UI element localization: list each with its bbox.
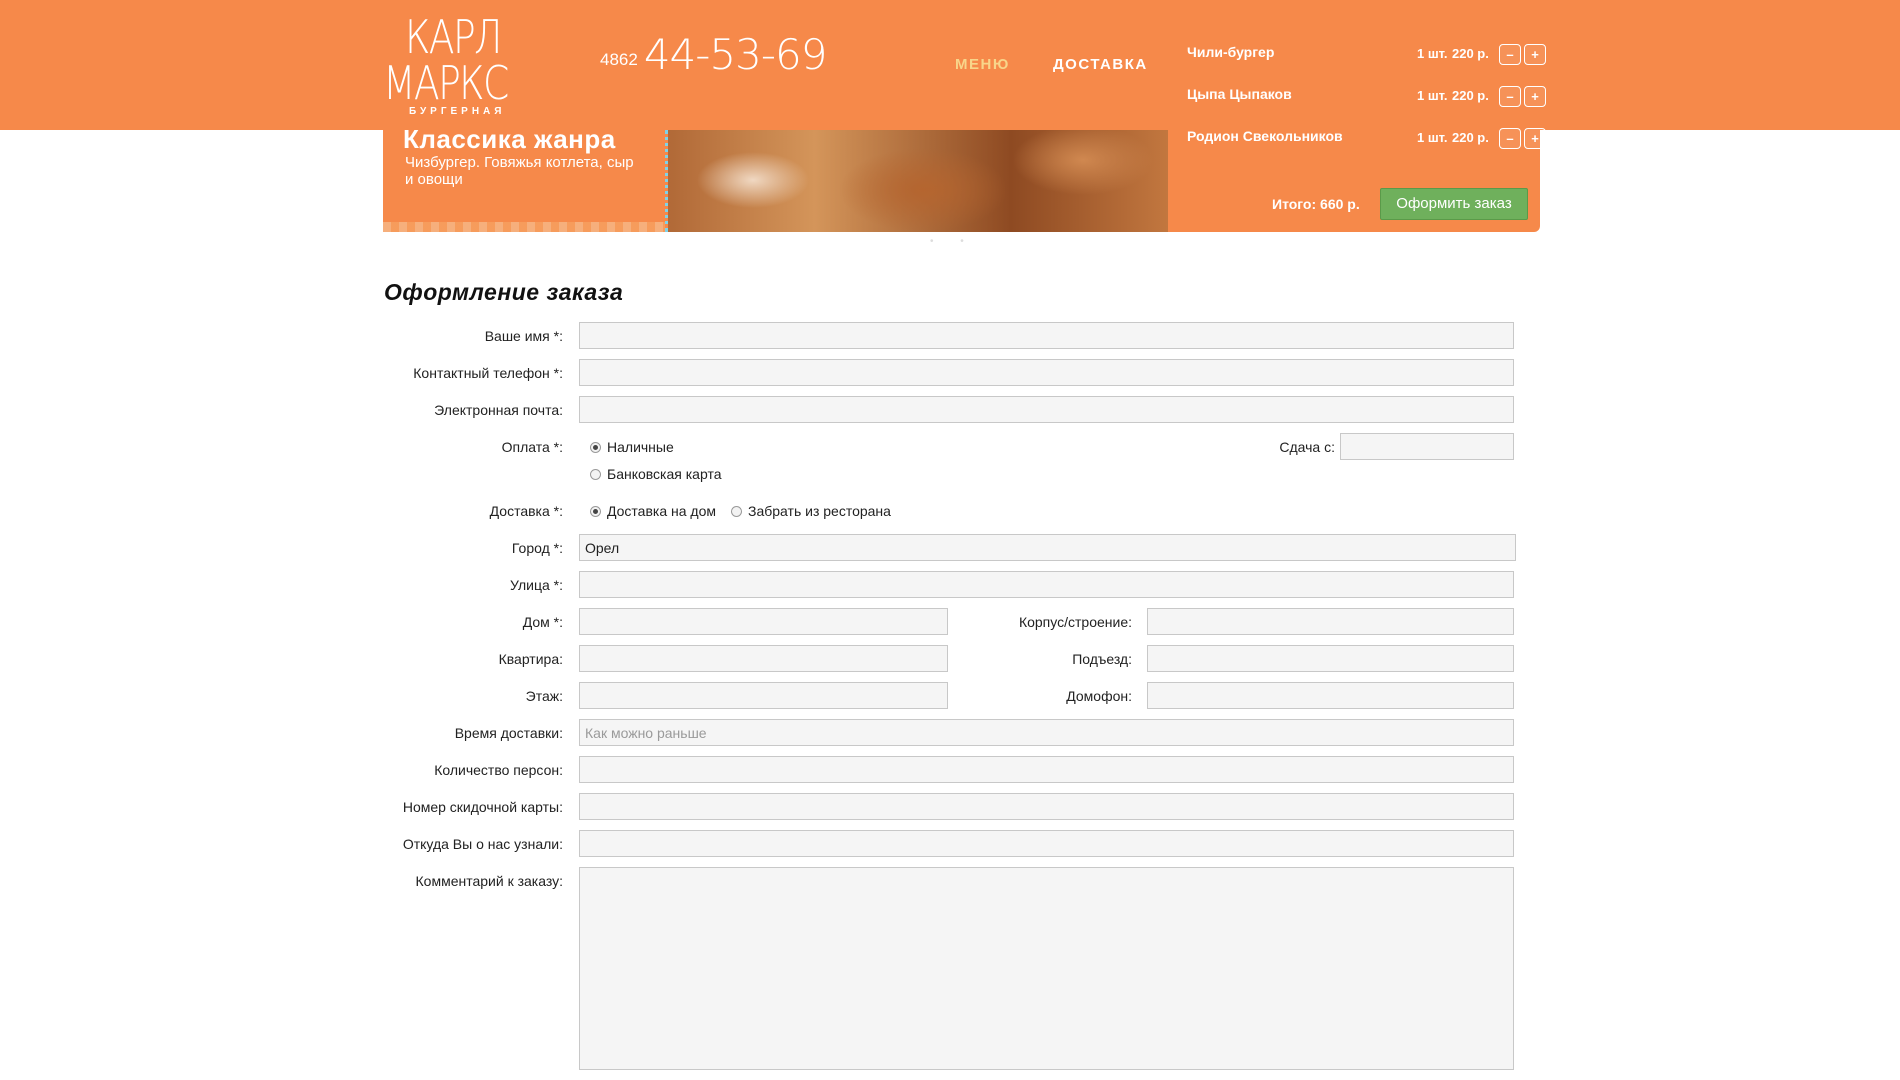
payment-cash-label: Наличные (607, 439, 674, 455)
phone-area-code: 4862 (600, 50, 638, 69)
payment-label: Оплата *: (501, 439, 563, 455)
promo-banner[interactable]: Классика жанра Чизбургер. Говяжья котлет… (383, 130, 1168, 232)
floor-input[interactable] (579, 682, 948, 709)
discount-card-input[interactable] (579, 793, 1514, 820)
cart-item: Родион Свекольников 1 шт. 220 р. – + (1187, 128, 1546, 150)
banner-label: Классика жанра Чизбургер. Говяжья котлет… (383, 130, 668, 232)
street-input[interactable] (579, 571, 1514, 598)
referral-source-input[interactable] (579, 830, 1514, 857)
comment-label: Комментарий к заказу: (415, 873, 564, 889)
comment-textarea[interactable] (579, 867, 1514, 1070)
payment-card-label: Банковская карта (607, 466, 722, 482)
apartment-label: Квартира: (498, 651, 563, 667)
cart-item-name: Цыпа Цыпаков (1187, 86, 1292, 102)
apartment-input[interactable] (579, 645, 948, 672)
cart-item-price: 220 р. (1452, 130, 1489, 145)
house-input[interactable] (579, 608, 948, 635)
radio-unchecked-icon (731, 506, 742, 517)
cart-total: Итого: 660 р. (1272, 196, 1360, 212)
increase-qty-button[interactable]: + (1524, 44, 1546, 65)
cart-item-qty: 1 шт. (1417, 46, 1448, 61)
intercom-input[interactable] (1147, 682, 1514, 709)
banner-subtitle: Чизбургер. Говяжья котлета, сыр и овощи (405, 154, 634, 188)
cart-item: Чили-бургер 1 шт. 220 р. – + (1187, 44, 1546, 66)
radio-checked-icon (590, 506, 601, 517)
name-input[interactable] (579, 322, 1514, 349)
cart-panel: Чили-бургер 1 шт. 220 р. – + Цыпа Цыпако… (1168, 0, 1546, 232)
radio-unchecked-icon (590, 469, 601, 480)
city-label: Город *: (511, 540, 563, 556)
decrease-qty-button[interactable]: – (1499, 128, 1521, 149)
delivery-time-label: Время доставки: (454, 725, 563, 741)
checkout-button[interactable]: Оформить заказ (1380, 188, 1528, 220)
email-label: Электронная почта: (434, 402, 563, 418)
street-label: Улица *: (510, 577, 563, 593)
intercom-label: Домофон: (1066, 688, 1132, 704)
discount-card-label: Номер скидочной карты: (402, 799, 563, 815)
brand-logo[interactable]: КАРЛ МАРКС БУРГЕРНАЯ (383, 14, 533, 118)
building-label: Корпус/строение: (1018, 614, 1132, 630)
house-label: Дом *: (522, 614, 563, 630)
cart-item-qty: 1 шт. (1417, 88, 1448, 103)
nav-delivery-link[interactable]: ДОСТАВКА (1053, 56, 1148, 73)
delivery-home-label: Доставка на дом (607, 503, 716, 519)
cart-item-qty: 1 шт. (1417, 130, 1448, 145)
page-title: Оформление заказа (384, 279, 624, 305)
logo-tagline: БУРГЕРНАЯ (409, 106, 506, 117)
entrance-input[interactable] (1147, 645, 1514, 672)
delivery-label: Доставка *: (489, 503, 563, 519)
cart-item-name: Чили-бургер (1187, 44, 1275, 60)
persons-label: Количество персон: (434, 762, 563, 778)
payment-cash-radio[interactable]: Наличные (590, 439, 674, 455)
cart-item: Цыпа Цыпаков 1 шт. 220 р. – + (1187, 86, 1546, 108)
phone-input[interactable] (579, 359, 1514, 386)
delivery-home-radio[interactable]: Доставка на дом (590, 503, 716, 519)
phone-main-number: 44-53-69 (643, 30, 828, 79)
delivery-pickup-radio[interactable]: Забрать из ресторана (731, 503, 891, 519)
payment-card-radio[interactable]: Банковская карта (590, 466, 721, 482)
increase-qty-button[interactable]: + (1524, 128, 1546, 149)
radio-checked-icon (590, 442, 601, 453)
city-input[interactable] (579, 534, 1516, 561)
email-input[interactable] (579, 396, 1514, 423)
banner-stripe (383, 222, 665, 232)
persons-input[interactable] (579, 756, 1514, 783)
slider-dots[interactable]: • • (930, 236, 976, 247)
logo-line-2: МАРКС (383, 56, 509, 110)
cart-item-name: Родион Свекольников (1187, 128, 1343, 144)
nav-menu-link[interactable]: МЕНЮ (955, 56, 1010, 73)
decrease-qty-button[interactable]: – (1499, 44, 1521, 65)
decrease-qty-button[interactable]: – (1499, 86, 1521, 107)
entrance-label: Подъезд: (1072, 651, 1132, 667)
building-input[interactable] (1147, 608, 1514, 635)
increase-qty-button[interactable]: + (1524, 86, 1546, 107)
change-label: Сдача с: (1279, 439, 1335, 455)
banner-title: Классика жанра (403, 130, 616, 154)
site-header: КАРЛ МАРКС БУРГЕРНАЯ 4862 44-53-69 МЕНЮ Д… (0, 0, 1900, 130)
referral-source-label: Откуда Вы о нас узнали: (402, 836, 563, 852)
cart-item-price: 220 р. (1452, 88, 1489, 103)
floor-label: Этаж: (525, 688, 563, 704)
logo-line-1: КАРЛ (405, 10, 502, 64)
change-input[interactable] (1340, 433, 1514, 460)
delivery-time-input[interactable] (579, 719, 1514, 746)
phone-number: 4862 44-53-69 (600, 30, 828, 79)
cart-item-price: 220 р. (1452, 46, 1489, 61)
delivery-pickup-label: Забрать из ресторана (748, 503, 891, 519)
name-label: Ваше имя *: (484, 328, 563, 344)
phone-label: Контактный телефон *: (413, 365, 563, 381)
